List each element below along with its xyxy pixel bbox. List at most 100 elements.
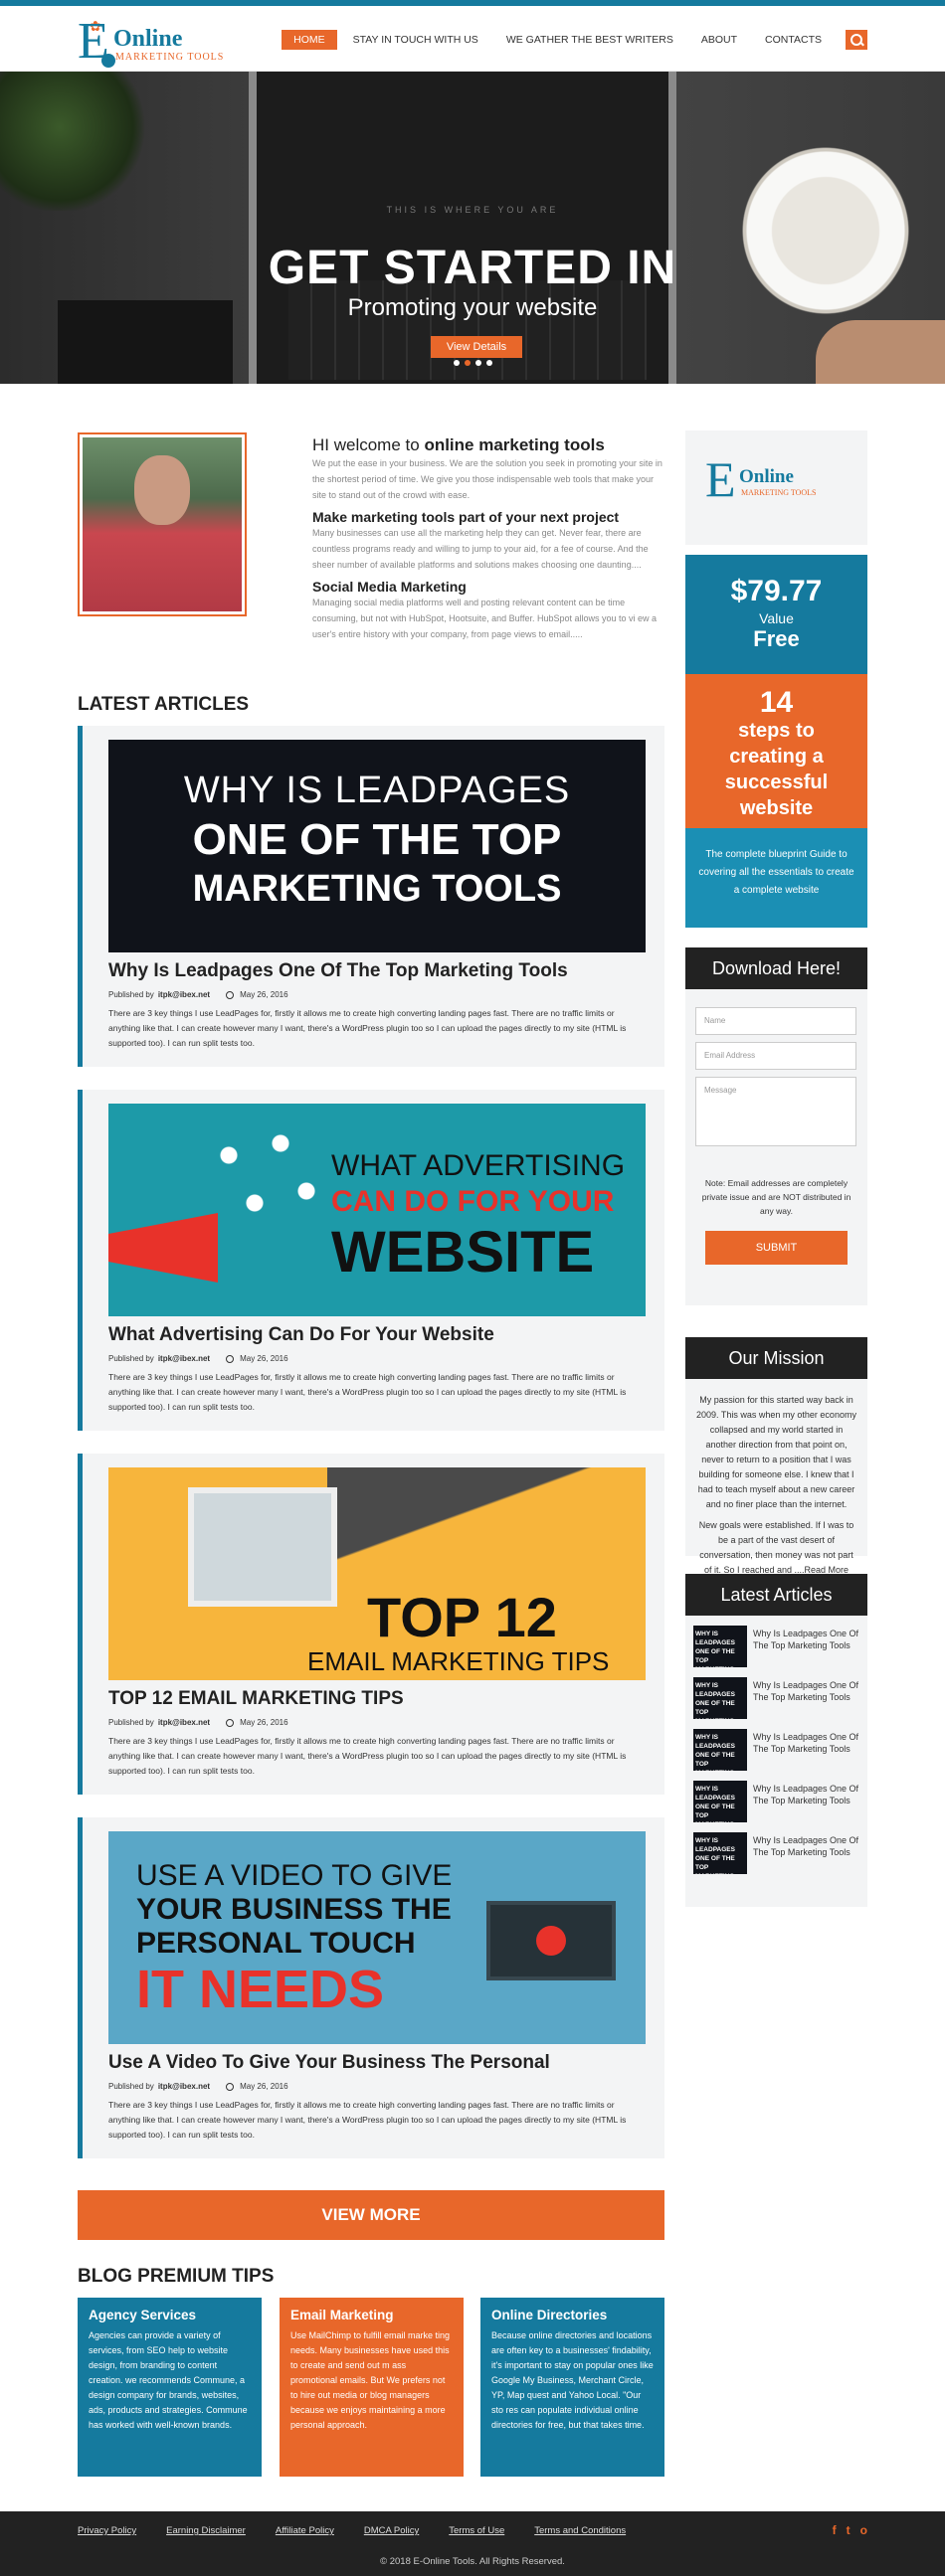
article-banner[interactable]: USE A VIDEO TO GIVE YOUR BUSINESS THE PE…	[108, 1831, 646, 2044]
plant-image	[0, 72, 149, 211]
instagram-icon[interactable]: o	[860, 2523, 867, 2537]
article-banner[interactable]: TOP 12 EMAIL MARKETING TIPS	[108, 1467, 646, 1680]
tip-text: Use MailChimp to fulfill email marke tin…	[290, 2330, 451, 2430]
site-footer: Privacy Policy Earning Disclaimer Affili…	[0, 2511, 945, 2576]
play-icon	[536, 1926, 566, 1956]
calendar-icon	[226, 1718, 235, 1727]
intro-section: HI welcome to online marketing tools We …	[78, 432, 664, 639]
article-thumbnail: WHY IS LEADPAGES ONE OF THE TOP MARKETIN…	[693, 1677, 747, 1719]
article-meta: Published by itpk@ibex.net May 26, 2016	[108, 990, 288, 999]
tip-card: Agency Services Agencies can provide a va…	[78, 2298, 262, 2477]
mission-widget: Our Mission My passion for this started …	[685, 1337, 867, 1575]
nav-about[interactable]: ABOUT	[689, 30, 749, 50]
offer-free-label: Free	[753, 626, 800, 651]
article-card[interactable]: WHAT ADVERTISING CAN DO FOR YOUR WEBSITE…	[78, 1090, 664, 1431]
slider-dot[interactable]	[474, 360, 481, 366]
search-icon[interactable]	[846, 30, 867, 50]
copyright: © 2018 E-Online Tools. All Rights Reserv…	[380, 2556, 565, 2567]
author-photo	[78, 432, 247, 616]
article-card[interactable]: WHY IS LEADPAGES ONE OF THE TOP MARKETIN…	[78, 726, 664, 1067]
tip-card: Email Marketing Use MailChimp to fulfill …	[280, 2298, 464, 2477]
article-title[interactable]: Why Is Leadpages One Of The Top Marketin…	[108, 960, 568, 982]
name-input[interactable]: Name	[695, 1007, 856, 1035]
megaphone-icon	[108, 1213, 218, 1283]
mission-text: My passion for this started way back in …	[696, 1395, 856, 1509]
article-card[interactable]: USE A VIDEO TO GIVE YOUR BUSINESS THE PE…	[78, 1817, 664, 2158]
hero-small-text: THIS IS WHERE YOU ARE	[386, 205, 559, 215]
footer-link-terms-conditions[interactable]: Terms and Conditions	[534, 2525, 626, 2536]
footer-link-dmca[interactable]: DMCA Policy	[364, 2525, 419, 2536]
slider-dot[interactable]	[485, 360, 492, 366]
message-textarea[interactable]: Message	[695, 1077, 856, 1146]
slider-dot-active[interactable]	[464, 360, 471, 366]
latest-article-item[interactable]: WHY IS LEADPAGES ONE OF THE TOP MARKETIN…	[693, 1729, 859, 1781]
intro-paragraph: Many businesses can use all the marketin…	[312, 528, 649, 570]
latest-article-item[interactable]: WHY IS LEADPAGES ONE OF THE TOP MARKETIN…	[693, 1832, 859, 1884]
tip-title[interactable]: Email Marketing	[290, 2308, 453, 2322]
latest-articles-title: LATEST ARTICLES	[78, 694, 250, 715]
calendar-icon	[226, 990, 235, 999]
site-header: ✿ E Online MARKETING TOOLS HOME STAY IN …	[0, 6, 945, 72]
mission-text[interactable]: New goals were established. If I was to …	[695, 1518, 857, 1578]
hero-subtitle: Promoting your website	[347, 294, 598, 321]
view-details-button[interactable]: View Details	[431, 336, 522, 358]
submit-button[interactable]: SUBMIT	[705, 1231, 848, 1265]
nav-stay-in-touch[interactable]: STAY IN TOUCH WITH US	[341, 30, 490, 50]
article-banner[interactable]: WHY IS LEADPAGES ONE OF THE TOP MARKETIN…	[108, 740, 646, 952]
tip-title[interactable]: Online Directories	[491, 2308, 654, 2322]
article-thumbnail: WHY IS LEADPAGES ONE OF THE TOP MARKETIN…	[693, 1781, 747, 1822]
download-widget: Download Here! Name Email Address Messag…	[685, 947, 867, 1305]
slider-dots	[0, 360, 945, 366]
article-title[interactable]: Use A Video To Give Your Business The Pe…	[108, 2052, 550, 2074]
intro-paragraph: We put the ease in your business. We are…	[312, 458, 662, 500]
article-excerpt: There are 3 key things I use LeadPages f…	[108, 1372, 627, 1412]
mission-title: Our Mission	[685, 1337, 867, 1379]
main-content: HI welcome to online marketing tools We …	[78, 432, 664, 2477]
footer-link-privacy[interactable]: Privacy Policy	[78, 2525, 136, 2536]
facebook-icon[interactable]: f	[833, 2523, 837, 2537]
offer-price: $79.77	[730, 575, 823, 607]
nav-writers[interactable]: WE GATHER THE BEST WRITERS	[494, 30, 685, 50]
site-logo[interactable]: ✿ E Online MARKETING TOOLS	[78, 16, 242, 70]
article-excerpt: There are 3 key things I use LeadPages f…	[108, 2100, 627, 2140]
article-banner[interactable]: WHAT ADVERTISING CAN DO FOR YOUR WEBSITE	[108, 1104, 646, 1316]
latest-article-item[interactable]: WHY IS LEADPAGES ONE OF THE TOP MARKETIN…	[693, 1626, 859, 1677]
article-title[interactable]: What Advertising Can Do For Your Website	[108, 1324, 494, 1346]
offer-widget[interactable]: $79.77 Value Free 14 steps to creating a…	[685, 555, 867, 928]
article-thumbnail: WHY IS LEADPAGES ONE OF THE TOP MARKETIN…	[693, 1729, 747, 1771]
twitter-icon[interactable]: t	[847, 2523, 850, 2537]
tips-title: BLOG PREMIUM TIPS	[78, 2266, 275, 2287]
tip-title[interactable]: Agency Services	[89, 2308, 251, 2322]
offer-number: 14	[759, 686, 794, 719]
footer-link-earning[interactable]: Earning Disclaimer	[166, 2525, 246, 2536]
social-icons-illustration	[203, 1119, 332, 1239]
tip-text: Agencies can provide a variety of servic…	[89, 2330, 248, 2430]
latest-articles-widget: Latest Articles WHY IS LEADPAGES ONE OF …	[685, 1574, 867, 1907]
footer-link-terms-use[interactable]: Terms of Use	[449, 2525, 504, 2536]
article-meta: Published by itpk@ibex.net May 26, 2016	[108, 1718, 288, 1727]
hero-slider: THIS IS WHERE YOU ARE GET STARTED IN Pro…	[0, 72, 945, 384]
laptop-icon	[188, 1487, 337, 1607]
email-input[interactable]: Email Address	[695, 1042, 856, 1070]
download-title: Download Here!	[685, 947, 867, 989]
offer-value-label: Value	[759, 610, 794, 626]
intro-heading: HI welcome to online marketing tools	[312, 435, 605, 454]
view-more-button[interactable]: VIEW MORE	[78, 2190, 664, 2240]
article-thumbnail: WHY IS LEADPAGES ONE OF THE TOP MARKETIN…	[693, 1626, 747, 1667]
footer-link-affiliate[interactable]: Affiliate Policy	[276, 2525, 334, 2536]
nav-home[interactable]: HOME	[282, 30, 337, 50]
latest-article-item[interactable]: WHY IS LEADPAGES ONE OF THE TOP MARKETIN…	[693, 1781, 859, 1832]
nav-contacts[interactable]: CONTACTS	[753, 30, 834, 50]
calendar-icon	[226, 2082, 235, 2091]
intro-subheading: Social Media Marketing	[312, 579, 467, 595]
article-title[interactable]: TOP 12 EMAIL MARKETING TIPS	[108, 1688, 404, 1710]
article-card[interactable]: TOP 12 EMAIL MARKETING TIPS TOP 12 EMAIL…	[78, 1454, 664, 1795]
latest-article-item[interactable]: WHY IS LEADPAGES ONE OF THE TOP MARKETIN…	[693, 1677, 859, 1729]
tip-text: Because online directories and locations…	[491, 2330, 654, 2430]
intro-paragraph: Managing social media platforms well and…	[312, 598, 658, 639]
main-nav: HOME STAY IN TOUCH WITH US WE GATHER THE…	[278, 30, 867, 50]
person-illustration	[327, 1467, 646, 1587]
sidebar-logo: E Online MARKETING TOOLS	[685, 430, 867, 545]
article-excerpt: There are 3 key things I use LeadPages f…	[108, 1736, 627, 1776]
slider-dot[interactable]	[453, 360, 460, 366]
